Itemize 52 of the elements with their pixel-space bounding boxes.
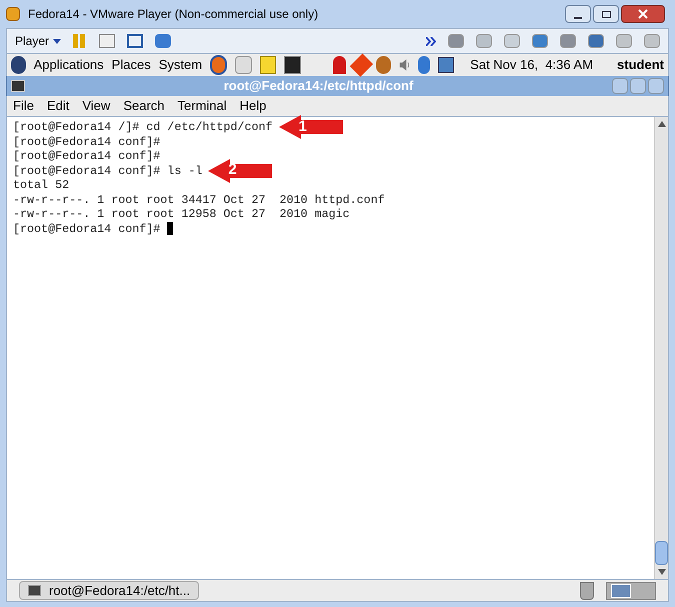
terminal-line: [root@Fedora14 conf]# ls -l xyxy=(13,164,202,178)
menu-item[interactable]: View xyxy=(82,96,110,116)
maximize-button[interactable] xyxy=(593,5,619,23)
scroll-up-icon[interactable] xyxy=(658,121,666,127)
menu-item[interactable]: Edit xyxy=(46,96,70,116)
panel-menu[interactable]: Applications xyxy=(34,55,104,75)
scrollbar[interactable] xyxy=(654,117,668,579)
menu-item[interactable]: Search xyxy=(123,96,165,116)
terminal-line: total 52 xyxy=(13,178,70,192)
speaker-icon[interactable] xyxy=(398,57,410,73)
scroll-thumb[interactable] xyxy=(655,541,668,565)
caret-icon xyxy=(53,38,62,44)
terminal-line: [root@Fedora14 conf]# xyxy=(13,222,162,236)
callout-number: 1 xyxy=(298,120,307,134)
close-button[interactable] xyxy=(621,5,665,23)
panel-menu[interactable]: System xyxy=(158,55,202,75)
terminal-title: root@Fedora14:/etc/httpd/conf xyxy=(222,77,414,96)
device-icon[interactable] xyxy=(504,34,520,48)
terminal-line: [root@Fedora14 /]# cd /etc/httpd/conf xyxy=(13,120,273,134)
device-icon[interactable] xyxy=(476,34,492,48)
clock[interactable]: Sat Nov 16, 4:36 AM xyxy=(470,55,594,75)
fullscreen-icon[interactable] xyxy=(127,34,144,48)
terminal-icon[interactable] xyxy=(284,56,301,74)
device-icon[interactable] xyxy=(448,34,464,48)
player-menu[interactable]: Player xyxy=(15,32,62,50)
terminal-line: [root@Fedora14 conf]# xyxy=(13,134,160,148)
taskbar-button[interactable]: root@Fedora14:/etc/ht... xyxy=(19,581,200,600)
device-icon[interactable] xyxy=(560,34,576,48)
device-icon[interactable] xyxy=(644,34,660,48)
window-title: Fedora14 - VMware Player (Non-commercial use only) xyxy=(28,6,320,23)
callout-number: 2 xyxy=(228,163,237,178)
close-icon xyxy=(638,9,648,19)
minimize-button[interactable] xyxy=(565,5,591,23)
alarm-icon[interactable] xyxy=(332,56,346,74)
user-name[interactable]: student xyxy=(617,55,664,75)
device-icon[interactable] xyxy=(588,34,604,48)
more-icon[interactable] xyxy=(426,36,436,46)
device-icon[interactable] xyxy=(532,34,548,48)
menu-item[interactable]: Terminal xyxy=(178,96,227,116)
workspace-switcher[interactable] xyxy=(606,582,656,600)
scroll-down-icon[interactable] xyxy=(658,569,666,575)
panel-menu[interactable]: Places xyxy=(112,55,151,75)
terminal-icon xyxy=(11,80,25,92)
terminal-icon xyxy=(28,585,41,596)
terminal-line: -rw-r--r--. 1 root root 12958 Oct 27 2010 magic xyxy=(13,207,350,221)
trash-icon[interactable] xyxy=(580,582,594,600)
device-icon[interactable] xyxy=(616,34,632,48)
terminal-line: -rw-r--r--. 1 root root 34417 Oct 27 2010 httpd.conf xyxy=(13,192,385,206)
menu-item[interactable]: Help xyxy=(240,96,266,116)
terminal-line: [root@Fedora14 conf]# xyxy=(13,149,160,163)
pause-icon[interactable] xyxy=(73,34,88,48)
menu-item[interactable]: File xyxy=(13,96,34,116)
